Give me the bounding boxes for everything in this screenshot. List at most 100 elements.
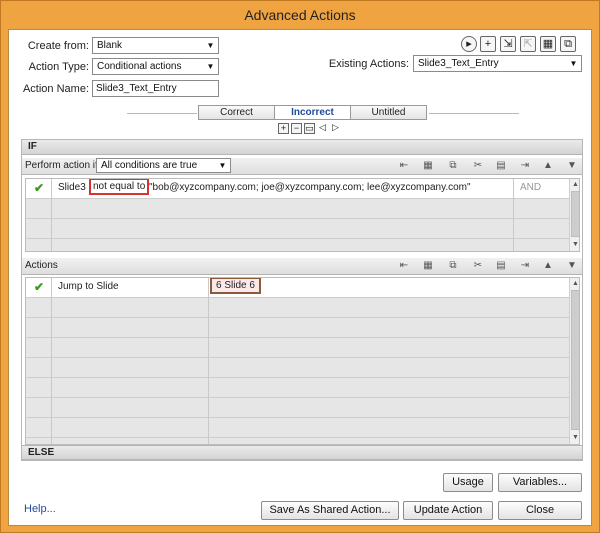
variables-button[interactable]: Variables... (498, 473, 582, 492)
divider (429, 113, 519, 114)
insert-below-icon[interactable]: ⇥ (519, 260, 531, 272)
insert-action-icon[interactable]: ⇤ (398, 260, 410, 272)
divider (513, 179, 514, 251)
paste-condition-icon[interactable]: ▤ (495, 160, 507, 172)
perform-action-select[interactable]: All conditions are true ▼ (96, 158, 231, 173)
empty-row[interactable] (26, 318, 569, 338)
scrollbar-thumb[interactable] (571, 290, 579, 430)
cut-condition-icon[interactable]: ✂ (472, 160, 484, 172)
tab-untitled[interactable]: Untitled (351, 105, 427, 120)
chevron-down-icon: ▼ (206, 41, 215, 50)
condition-value[interactable]: "bob@xyzcompany.com; joe@xyzcompany.com;… (149, 182, 471, 193)
arrow-right-icon[interactable]: ▷ (330, 123, 341, 134)
actions-header: Actions (25, 260, 58, 271)
checkmark-icon: ✔ (34, 181, 45, 195)
actions-bar: Actions ⇤ ▦ ⧉ ✂ ▤ ⇥ ▲ ▼ (22, 258, 582, 275)
action-name-input[interactable]: Slide3_Text_Entry (92, 80, 219, 97)
empty-row[interactable] (26, 378, 569, 398)
duplicate-icon[interactable]: ⧉ (560, 36, 576, 52)
arrow-left-icon[interactable]: ◁ (317, 123, 328, 134)
divider (127, 113, 197, 114)
existing-actions-select[interactable]: Slide3_Text_Entry ▼ (413, 55, 582, 72)
empty-row[interactable] (26, 338, 569, 358)
insert-below-icon[interactable]: ⇥ (519, 160, 531, 172)
update-action-button[interactable]: Update Action (403, 501, 493, 520)
action-type-select[interactable]: Conditional actions ▼ (92, 58, 219, 75)
action-name-label: Action Name: (22, 83, 89, 95)
empty-row[interactable] (26, 398, 569, 418)
export-icon[interactable]: ⇱ (520, 36, 536, 52)
empty-row[interactable] (26, 298, 569, 318)
scroll-up-icon[interactable]: ▲ (570, 278, 579, 289)
action-target[interactable]: 6 Slide 6 (210, 278, 261, 294)
condition-join[interactable]: AND (520, 182, 541, 193)
action-row[interactable]: ✔ Jump to Slide 6 Slide 6 (26, 278, 569, 298)
else-header[interactable]: ELSE (22, 445, 582, 460)
move-up-icon[interactable]: ▲ (542, 160, 554, 172)
add-decision-icon[interactable]: + (278, 123, 289, 134)
condition-scrollbar[interactable]: ▲ ▼ (569, 179, 579, 251)
insert-condition-icon[interactable]: ⇤ (398, 160, 410, 172)
scrollbar-thumb[interactable] (571, 191, 579, 237)
create-from-select[interactable]: Blank ▼ (92, 37, 219, 54)
empty-row[interactable] (26, 199, 569, 219)
window-title: Advanced Actions (244, 7, 356, 23)
existing-actions-label: Existing Actions: (328, 58, 409, 70)
perform-action-value: All conditions are true (101, 160, 198, 171)
move-down-icon[interactable]: ▼ (566, 260, 578, 272)
condition-grid: ✔ Slide3 not equal to "bob@xyzcompany.co… (25, 178, 580, 252)
tab-incorrect[interactable]: Incorrect (275, 105, 351, 120)
action-type-value: Conditional actions (97, 61, 182, 72)
cut-action-icon[interactable]: ✂ (472, 260, 484, 272)
perform-action-label: Perform action if: (25, 160, 101, 171)
move-up-icon[interactable]: ▲ (542, 260, 554, 272)
copy-condition-icon[interactable]: ⧉ (447, 160, 459, 172)
empty-row[interactable] (26, 418, 569, 438)
checkmark-icon: ✔ (34, 280, 45, 294)
chevron-down-icon: ▼ (206, 62, 215, 71)
conditions-panel: IF Perform action if: All conditions are… (21, 139, 583, 461)
help-link[interactable]: Help... (24, 503, 56, 515)
save-shared-action-button[interactable]: Save As Shared Action... (261, 501, 399, 520)
if-header: IF (22, 140, 582, 155)
condition-operator[interactable]: not equal to (89, 179, 150, 195)
chevron-down-icon: ▼ (218, 161, 227, 170)
empty-row[interactable] (26, 219, 569, 239)
create-from-value: Blank (97, 40, 123, 51)
create-from-label: Create from: (27, 40, 89, 52)
condition-variable[interactable]: Slide3 (58, 182, 86, 193)
divider (208, 278, 209, 444)
usage-button[interactable]: Usage (443, 473, 493, 492)
preview-icon[interactable]: ▸ (461, 36, 477, 52)
import-icon[interactable]: ⇲ (500, 36, 516, 52)
delete-icon[interactable]: ▦ (540, 36, 556, 52)
close-button[interactable]: Close (498, 501, 582, 520)
copy-action-icon[interactable]: ⧉ (447, 260, 459, 272)
delete-action-icon[interactable]: ▦ (422, 260, 434, 272)
dialog-body: Create from: Blank ▼ Action Type: Condit… (8, 29, 592, 526)
decision-toolbar: + − ▭ ◁ ▷ (278, 123, 341, 134)
action-type-label: Action Type: (28, 61, 89, 73)
advanced-actions-window: Advanced Actions Create from: Blank ▼ Ac… (0, 0, 600, 533)
scroll-down-icon[interactable]: ▼ (570, 432, 579, 443)
paste-action-icon[interactable]: ▤ (495, 260, 507, 272)
action-command[interactable]: Jump to Slide (58, 281, 119, 292)
remove-decision-icon[interactable]: − (291, 123, 302, 134)
add-action-icon[interactable]: + (480, 36, 496, 52)
scroll-down-icon[interactable]: ▼ (570, 239, 579, 250)
action-scrollbar[interactable]: ▲ ▼ (569, 278, 579, 444)
existing-actions-value: Slide3_Text_Entry (418, 58, 499, 69)
move-down-icon[interactable]: ▼ (566, 160, 578, 172)
decision-tabs: Correct Incorrect Untitled (198, 105, 427, 120)
action-grid: ✔ Jump to Slide 6 Slide 6 ▲ ▼ (25, 277, 580, 445)
chevron-down-icon: ▼ (569, 59, 578, 68)
scroll-up-icon[interactable]: ▲ (570, 179, 579, 190)
condition-row[interactable]: ✔ Slide3 not equal to "bob@xyzcompany.co… (26, 179, 569, 199)
delete-condition-icon[interactable]: ▦ (422, 160, 434, 172)
tab-correct[interactable]: Correct (198, 105, 275, 120)
title-bar: Advanced Actions (1, 1, 599, 29)
perform-action-bar: Perform action if: All conditions are tr… (22, 158, 582, 175)
copy-decision-icon[interactable]: ▭ (304, 123, 315, 134)
divider (51, 179, 52, 251)
empty-row[interactable] (26, 358, 569, 378)
